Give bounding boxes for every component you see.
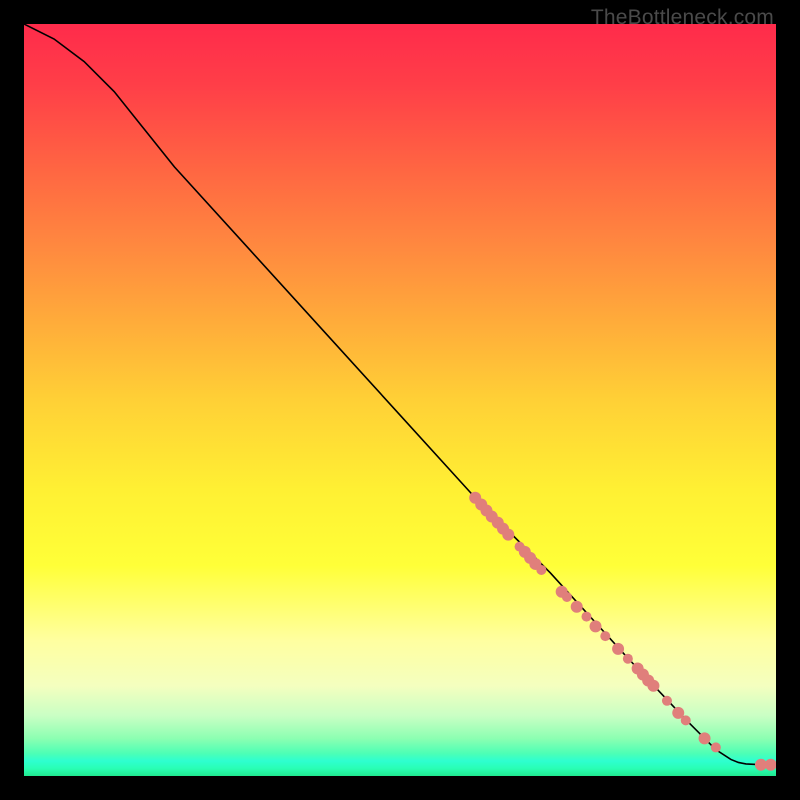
data-marker <box>582 612 592 622</box>
watermark-text: TheBottleneck.com <box>591 6 774 30</box>
chart-svg <box>24 24 776 776</box>
data-marker <box>681 715 691 725</box>
data-marker <box>647 680 659 692</box>
data-marker <box>699 732 711 744</box>
data-marker <box>600 631 610 641</box>
data-marker <box>536 565 546 575</box>
data-marker <box>590 620 602 632</box>
data-marker <box>571 601 583 613</box>
data-marker <box>612 643 624 655</box>
marker-group <box>469 492 776 771</box>
data-marker <box>623 654 633 664</box>
data-marker <box>562 592 572 602</box>
data-marker <box>765 759 776 771</box>
data-marker <box>662 696 672 706</box>
data-marker <box>502 529 514 541</box>
data-marker <box>711 742 721 752</box>
data-curve <box>24 24 776 765</box>
